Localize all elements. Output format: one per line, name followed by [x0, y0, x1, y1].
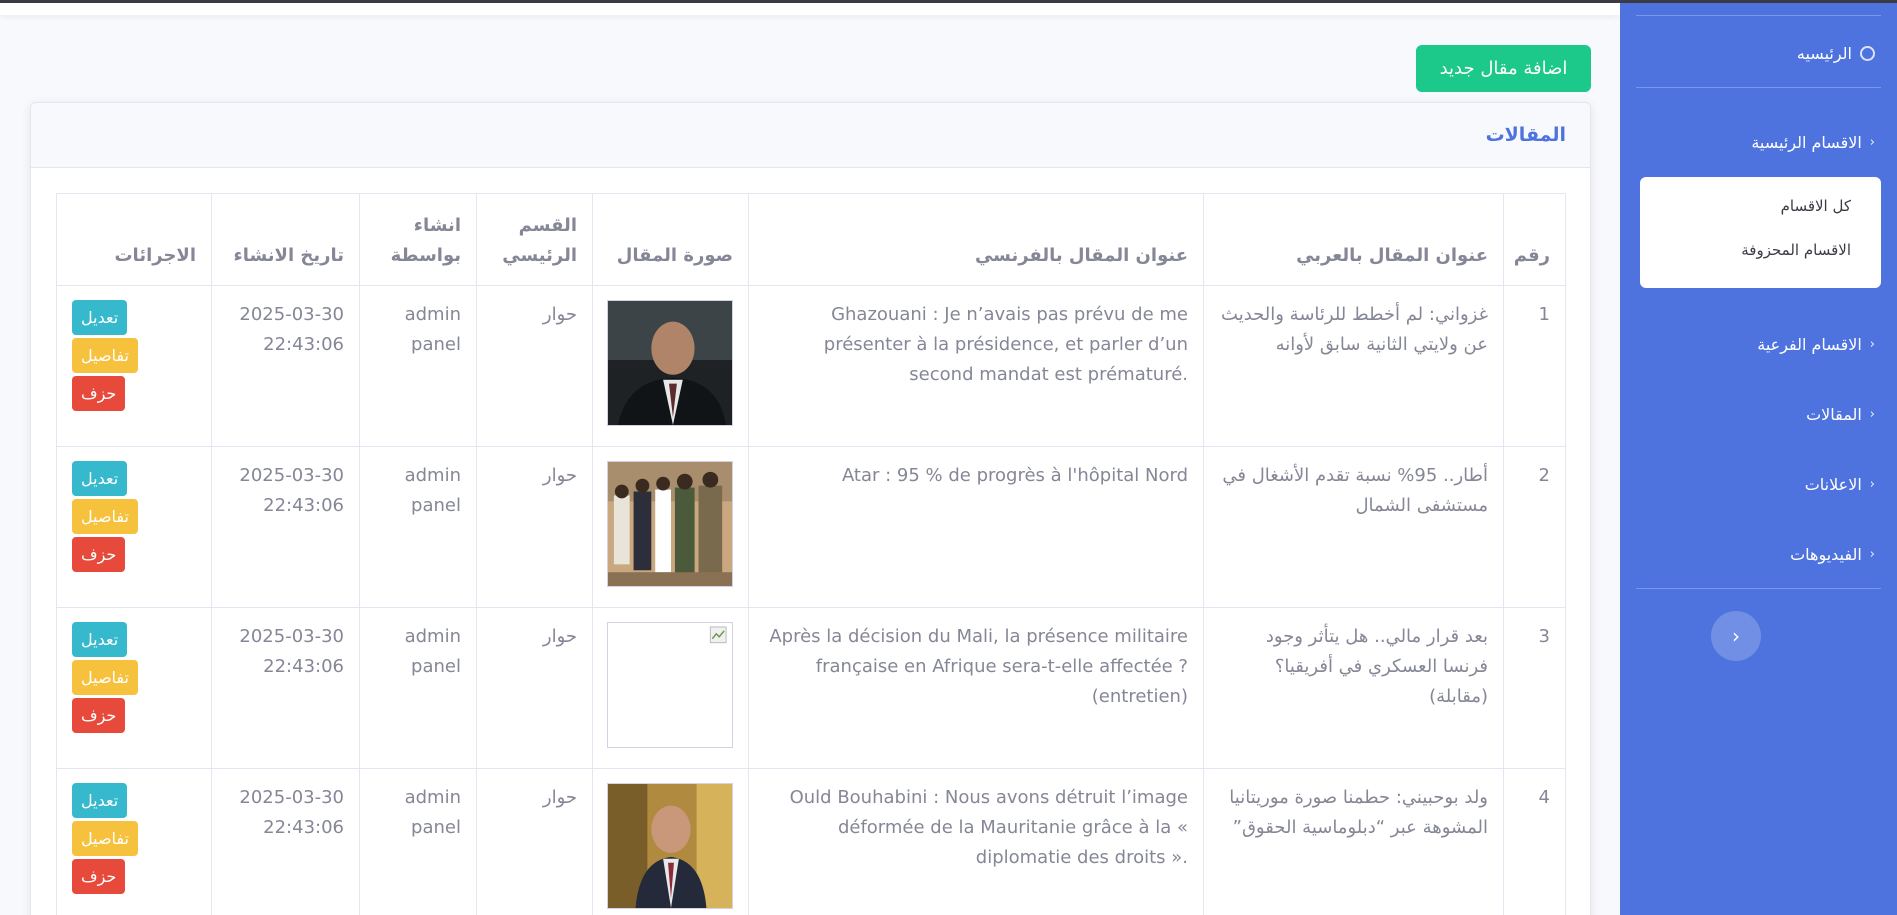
column-header-title-fr[interactable]: عنوان المقال بالفرنسي	[748, 193, 1204, 286]
column-header-created-by[interactable]: انشاء بواسطة	[359, 193, 477, 286]
card-header: المقالات	[31, 103, 1590, 168]
submenu-item-all-sections[interactable]: كل الاقسام	[1640, 195, 1851, 239]
cell-actions: تعديل تفاصيل حزف	[56, 768, 212, 915]
sidebar-item-ads[interactable]: ‹ الاعلانات	[1636, 464, 1881, 504]
cell-title-fr: Atar : 95 % de progrès à l'hôpital Nord	[748, 446, 1204, 608]
cell-title-fr: Ghazouani : Je n’avais pas prévu de me p…	[748, 285, 1204, 447]
chevron-left-icon: ‹	[1869, 546, 1875, 562]
sidebar-item-label: الاقسام الرئيسية	[1751, 132, 1862, 152]
cell-created-by: admin panel	[359, 285, 477, 447]
sidebar-item-videos[interactable]: ‹ الفيديوهات	[1636, 534, 1881, 574]
edit-button[interactable]: تعديل	[72, 461, 128, 496]
column-header-image[interactable]: صورة المقال	[592, 193, 749, 286]
cell-title-fr: Après la décision du Mali, la présence m…	[748, 607, 1204, 769]
details-button[interactable]: تفاصيل	[72, 660, 138, 695]
column-header-created-at[interactable]: تاريخ الانشاء	[211, 193, 360, 286]
sidebar-item-main-sections[interactable]: ‹ الاقسام الرئيسية	[1636, 122, 1881, 162]
cell-title-ar: أطار.. 95% نسبة تقدم الأشغال في مستشفى ا…	[1203, 446, 1504, 608]
topbar	[0, 3, 1620, 15]
cell-image	[592, 446, 749, 608]
cell-created-at: 2025-03-30 22:43:06	[211, 768, 360, 915]
sidebar-item-label: الاقسام الفرعية	[1757, 334, 1862, 354]
sidebar-item-label: الرئيسيه	[1796, 43, 1852, 63]
details-button[interactable]: تفاصيل	[72, 821, 138, 856]
table-header-row: رقم عنوان المقال بالعربي عنوان المقال با…	[56, 193, 1566, 286]
cell-number: 3	[1503, 607, 1566, 769]
delete-button[interactable]: حزف	[72, 537, 126, 572]
cell-actions: تعديل تفاصيل حزف	[56, 607, 212, 769]
table-row: 1 غزواني: لم أخطط للرئاسة والحديث عن ولا…	[56, 285, 1566, 447]
sidebar-item-articles[interactable]: ‹ المقالات	[1636, 394, 1881, 434]
sidebar-item-home[interactable]: الرئيسيه	[1636, 33, 1881, 73]
cell-number: 1	[1503, 285, 1566, 447]
cell-created-at: 2025-03-30 22:43:06	[211, 446, 360, 608]
cell-section: حوار	[476, 768, 593, 915]
edit-button[interactable]: تعديل	[72, 622, 128, 657]
table-row: 2 أطار.. 95% نسبة تقدم الأشغال في مستشفى…	[56, 446, 1566, 608]
cell-image	[592, 768, 749, 915]
sidebar-submenu: كل الاقسام الاقسام المحزوفة	[1640, 177, 1881, 288]
cell-title-fr: Ould Bouhabini : Nous avons détruit l’im…	[748, 768, 1204, 915]
column-header-actions[interactable]: الاجرائات	[56, 193, 212, 286]
cell-section: حوار	[476, 285, 593, 447]
article-image	[607, 783, 733, 909]
chevron-left-icon: ‹	[1869, 134, 1875, 150]
cell-section: حوار	[476, 607, 593, 769]
card-title: المقالات	[1485, 124, 1566, 146]
cell-actions: تعديل تفاصيل حزف	[56, 446, 212, 608]
cell-title-ar: بعد قرار مالي.. هل يتأثر وجود فرنسا العس…	[1203, 607, 1504, 769]
cell-created-by: admin panel	[359, 607, 477, 769]
sidebar-item-sub-sections[interactable]: ‹ الاقسام الفرعية	[1636, 324, 1881, 364]
cell-created-by: admin panel	[359, 446, 477, 608]
delete-button[interactable]: حزف	[72, 376, 126, 411]
chevron-left-icon: ‹	[1869, 406, 1875, 422]
column-header-section[interactable]: القسم الرئيسي	[476, 193, 593, 286]
cell-actions: تعديل تفاصيل حزف	[56, 285, 212, 447]
sidebar-item-label: الاعلانات	[1804, 474, 1862, 494]
article-image	[607, 461, 733, 587]
article-image	[607, 300, 733, 426]
articles-table: رقم عنوان المقال بالعربي عنوان المقال با…	[56, 193, 1566, 915]
delete-button[interactable]: حزف	[72, 859, 126, 894]
cell-number: 4	[1503, 768, 1566, 915]
cell-image	[592, 285, 749, 447]
delete-button[interactable]: حزف	[72, 698, 126, 733]
gauge-icon	[1860, 45, 1875, 61]
chevron-left-icon: ‹	[1732, 624, 1740, 648]
cell-created-at: 2025-03-30 22:43:06	[211, 607, 360, 769]
details-button[interactable]: تفاصيل	[72, 338, 138, 373]
broken-image-icon	[607, 622, 733, 748]
cell-image	[592, 607, 749, 769]
cell-created-at: 2025-03-30 22:43:06	[211, 285, 360, 447]
chevron-left-icon: ‹	[1869, 476, 1875, 492]
sidebar-toggle-button[interactable]: ‹	[1711, 611, 1761, 661]
column-header-title-ar[interactable]: عنوان المقال بالعربي	[1203, 193, 1504, 286]
details-button[interactable]: تفاصيل	[72, 499, 138, 534]
table-row: 3 بعد قرار مالي.. هل يتأثر وجود فرنسا ال…	[56, 607, 1566, 769]
chevron-left-icon: ‹	[1869, 336, 1875, 352]
edit-button[interactable]: تعديل	[72, 783, 128, 818]
cell-created-by: admin panel	[359, 768, 477, 915]
cell-title-ar: غزواني: لم أخطط للرئاسة والحديث عن ولايت…	[1203, 285, 1504, 447]
sidebar-divider	[1636, 87, 1881, 88]
cell-number: 2	[1503, 446, 1566, 608]
sidebar-item-label: المقالات	[1806, 404, 1862, 424]
edit-button[interactable]: تعديل	[72, 300, 128, 335]
submenu-item-deleted-sections[interactable]: الاقسام المحزوفة	[1640, 239, 1851, 283]
sidebar-item-label: الفيديوهات	[1790, 544, 1862, 564]
sidebar-divider	[1636, 15, 1881, 16]
sidebar-divider	[1636, 588, 1881, 589]
column-header-number[interactable]: رقم	[1503, 193, 1566, 286]
cell-title-ar: ولد بوحبيني: حطمنا صورة موريتانيا المشوه…	[1203, 768, 1504, 915]
sidebar: الرئيسيه ‹ الاقسام الرئيسية كل الاقسام ا…	[1620, 3, 1897, 915]
cell-section: حوار	[476, 446, 593, 608]
add-article-button[interactable]: اضافة مقال جديد	[1416, 45, 1591, 92]
articles-card: المقالات رقم عنوان المقال بالعربي عنوان …	[30, 102, 1591, 915]
table-row: 4 ولد بوحبيني: حطمنا صورة موريتانيا المش…	[56, 768, 1566, 915]
